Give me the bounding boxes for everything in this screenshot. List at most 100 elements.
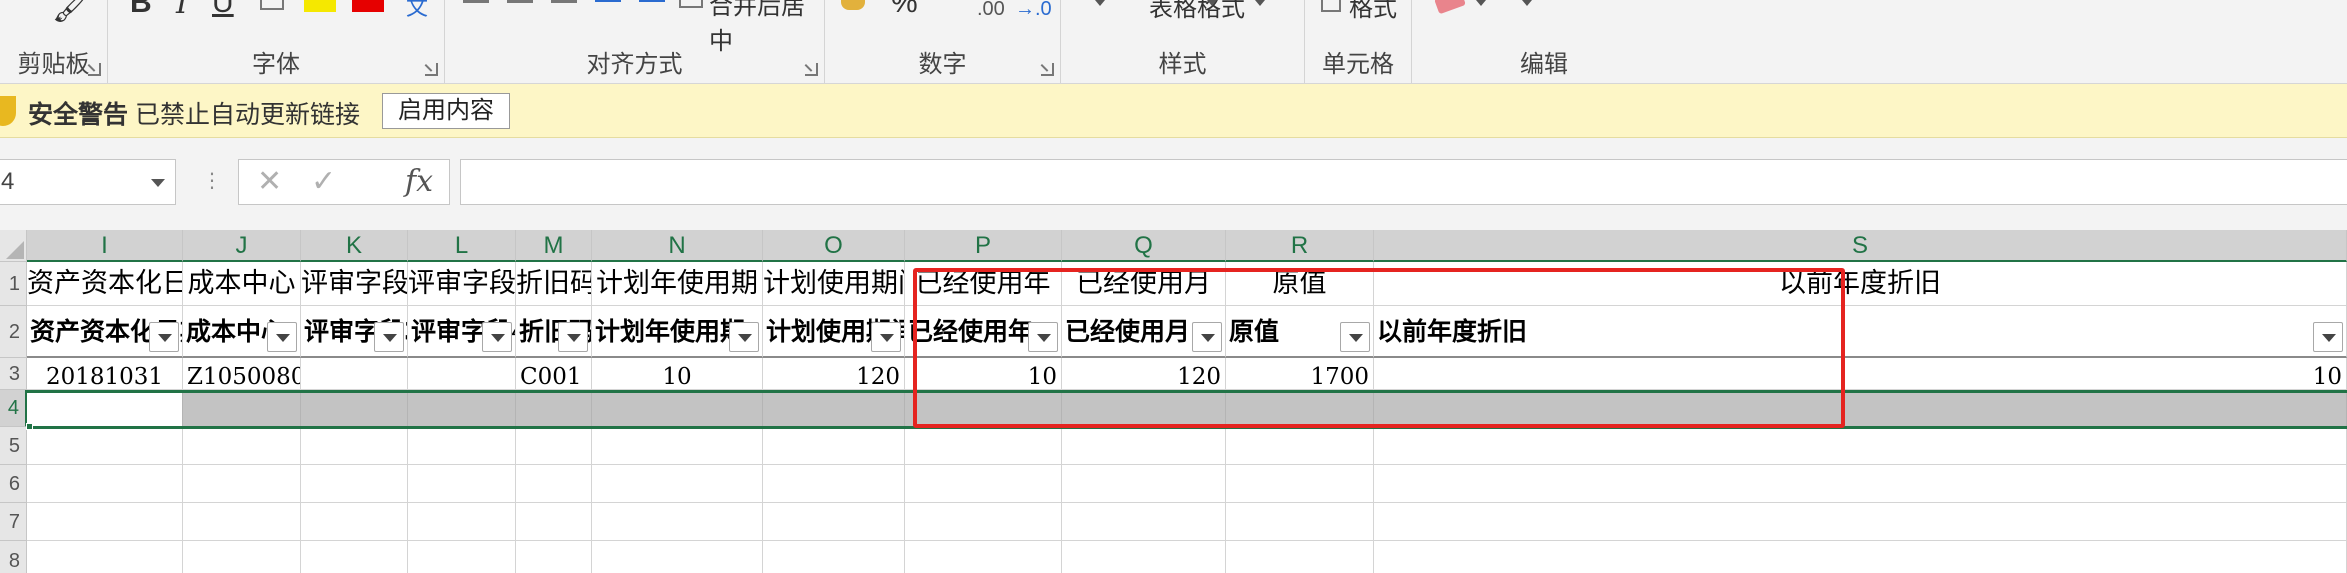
cell-K6[interactable] [301, 465, 408, 503]
cell-J8[interactable] [183, 541, 301, 573]
accounting-format-icon[interactable] [841, 0, 865, 10]
merge-center-icon[interactable] [679, 0, 703, 8]
column-header-L[interactable]: L [408, 230, 516, 262]
format-as-table-button[interactable]: 表格格式 [1149, 0, 1245, 23]
cell-R6[interactable] [1226, 465, 1374, 503]
cell-N2[interactable]: 计划年使用期 [592, 306, 763, 358]
column-header-R[interactable]: R [1226, 230, 1374, 262]
row-header-4[interactable]: 4 [0, 390, 27, 427]
row-header-8[interactable]: 8 [0, 541, 27, 573]
row-header-7[interactable]: 7 [0, 503, 27, 541]
cell-R8[interactable] [1226, 541, 1374, 573]
cell-M5[interactable] [516, 427, 592, 465]
column-header-J[interactable]: J [183, 230, 301, 262]
cell-L3[interactable] [408, 358, 516, 390]
formula-input[interactable] [460, 159, 2347, 205]
filter-dropdown-icon[interactable] [149, 322, 179, 352]
column-header-K[interactable]: K [301, 230, 408, 262]
row-header-6[interactable]: 6 [0, 465, 27, 503]
cell-K1[interactable]: 评审字段3 [301, 262, 408, 306]
enable-content-button[interactable]: 启用内容 [382, 93, 510, 129]
cell-Q6[interactable] [1062, 465, 1226, 503]
cell-K2[interactable]: 评审字段3 [301, 306, 408, 358]
increase-indent-icon[interactable] [639, 0, 665, 2]
cell-S8[interactable] [1374, 541, 2347, 573]
row-header-1[interactable]: 1 [0, 262, 27, 306]
cell-M4[interactable] [516, 390, 592, 427]
cell-I6[interactable] [27, 465, 183, 503]
cell-J2[interactable]: 成本中心 [183, 306, 301, 358]
cell-O5[interactable] [763, 427, 905, 465]
filter-dropdown-icon[interactable] [374, 322, 404, 352]
cell-R7[interactable] [1226, 503, 1374, 541]
cell-I2[interactable]: 资产资本化日期 [27, 306, 183, 358]
cell-J1[interactable]: 成本中心 [183, 262, 301, 306]
cell-I7[interactable] [27, 503, 183, 541]
cell-O1[interactable]: 计划使用期间 [763, 262, 905, 306]
cell-L2[interactable]: 评审字段4 [408, 306, 516, 358]
fill-handle[interactable] [26, 423, 33, 430]
filter-dropdown-icon[interactable] [558, 322, 588, 352]
insert-function-icon[interactable]: fx [405, 164, 433, 199]
percent-style-icon[interactable]: % [891, 0, 918, 20]
cell-M1[interactable]: 折旧码 [516, 262, 592, 306]
cell-Q5[interactable] [1062, 427, 1226, 465]
formula-bar-splitter-icon[interactable]: ⋮ [202, 168, 222, 193]
select-all-button[interactable] [0, 230, 27, 262]
cell-O3[interactable]: 120 [763, 358, 905, 390]
enter-icon[interactable]: ✓ [311, 164, 336, 199]
cell-M2[interactable]: 折旧码 [516, 306, 592, 358]
cell-N6[interactable] [592, 465, 763, 503]
cell-L5[interactable] [408, 427, 516, 465]
cell-P8[interactable] [905, 541, 1062, 573]
cell-J4[interactable] [183, 390, 301, 427]
phonetic-icon[interactable]: 文 [406, 0, 428, 22]
column-header-P[interactable]: P [905, 230, 1062, 262]
cell-R5[interactable] [1226, 427, 1374, 465]
format-painter-icon[interactable]: 🖌 [52, 0, 90, 25]
cell-K4[interactable] [301, 390, 408, 427]
cell-L4[interactable] [408, 390, 516, 427]
cell-I4[interactable] [27, 390, 183, 427]
cell-Q7[interactable] [1062, 503, 1226, 541]
cell-S6[interactable] [1374, 465, 2347, 503]
row-header-3[interactable]: 3 [0, 358, 27, 390]
sort-dropdown-icon[interactable] [1522, 0, 1532, 6]
filter-dropdown-icon[interactable] [267, 322, 297, 352]
cell-K5[interactable] [301, 427, 408, 465]
cell-K8[interactable] [301, 541, 408, 573]
cell-N3[interactable]: 10 [592, 358, 763, 390]
cell-O6[interactable] [763, 465, 905, 503]
cell-L6[interactable] [408, 465, 516, 503]
cell-O4[interactable] [763, 390, 905, 427]
cell-J6[interactable] [183, 465, 301, 503]
name-box[interactable]: 4 [0, 159, 176, 205]
row-header-5[interactable]: 5 [0, 427, 27, 465]
column-header-Q[interactable]: Q [1062, 230, 1226, 262]
column-header-O[interactable]: O [763, 230, 905, 262]
filter-dropdown-icon[interactable] [482, 322, 512, 352]
cell-styles-dropdown-icon[interactable] [1255, 0, 1265, 6]
cell-P6[interactable] [905, 465, 1062, 503]
name-box-dropdown-icon[interactable] [151, 179, 165, 187]
column-header-I[interactable]: I [27, 230, 183, 262]
conditional-format-dropdown-icon[interactable] [1095, 0, 1105, 6]
cell-L7[interactable] [408, 503, 516, 541]
clipboard-launcher-icon[interactable] [88, 63, 101, 76]
cell-N5[interactable] [592, 427, 763, 465]
table-format-dropdown-icon[interactable] [1207, 0, 1217, 6]
column-header-M[interactable]: M [516, 230, 592, 262]
cancel-icon[interactable]: ✕ [257, 164, 282, 199]
clear-icon[interactable] [1434, 0, 1466, 15]
number-launcher-icon[interactable] [1041, 63, 1054, 76]
cell-M6[interactable] [516, 465, 592, 503]
cell-Q8[interactable] [1062, 541, 1226, 573]
align-left-icon[interactable] [463, 0, 489, 3]
cell-J3[interactable]: Z10500802 [183, 358, 301, 390]
decrease-indent-icon[interactable] [595, 0, 621, 2]
cell-P5[interactable] [905, 427, 1062, 465]
filter-dropdown-icon[interactable] [871, 322, 901, 352]
align-center-icon[interactable] [507, 0, 533, 3]
cell-O8[interactable] [763, 541, 905, 573]
format-button[interactable]: 格式 [1349, 0, 1397, 23]
